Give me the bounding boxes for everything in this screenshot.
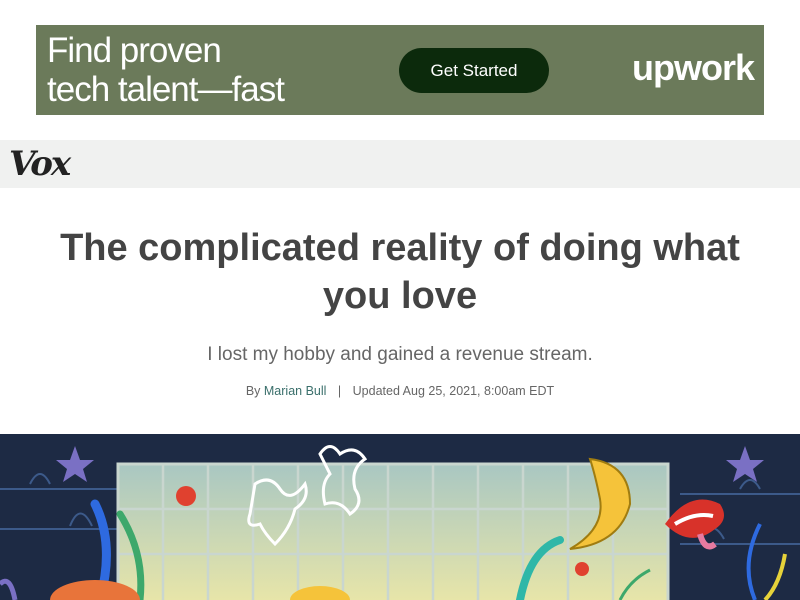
byline-separator: |	[337, 384, 342, 398]
article-header: The complicated reality of doing what yo…	[0, 188, 800, 398]
hero-illustration-svg	[0, 434, 800, 600]
hero-illustration	[0, 434, 800, 600]
vox-logo[interactable]: Vox	[9, 144, 71, 184]
ad-headline: Find proven tech talent—fast	[47, 31, 367, 109]
ad-banner[interactable]: Find proven tech talent—fast Get Started…	[36, 25, 764, 115]
author-link[interactable]: Marian Bull	[264, 384, 327, 398]
article-subtitle: I lost my hobby and gained a revenue str…	[207, 344, 593, 365]
byline: By Marian Bull | Updated Aug 25, 2021, 8…	[0, 384, 800, 398]
upwork-logo[interactable]: upwork	[632, 47, 755, 89]
ad-headline-line-2: tech talent—fast	[47, 70, 285, 109]
ad-headline-line-1: Find proven	[47, 31, 222, 70]
ad-get-started-button[interactable]: Get Started	[399, 48, 549, 93]
byline-prefix: By	[245, 384, 261, 398]
ad-container: Find proven tech talent—fast Get Started…	[0, 0, 800, 140]
updated-timestamp: Updated Aug 25, 2021, 8:00am EDT	[352, 384, 555, 398]
site-navbar: Vox	[0, 140, 800, 188]
article-title: The complicated reality of doing what yo…	[60, 227, 740, 317]
